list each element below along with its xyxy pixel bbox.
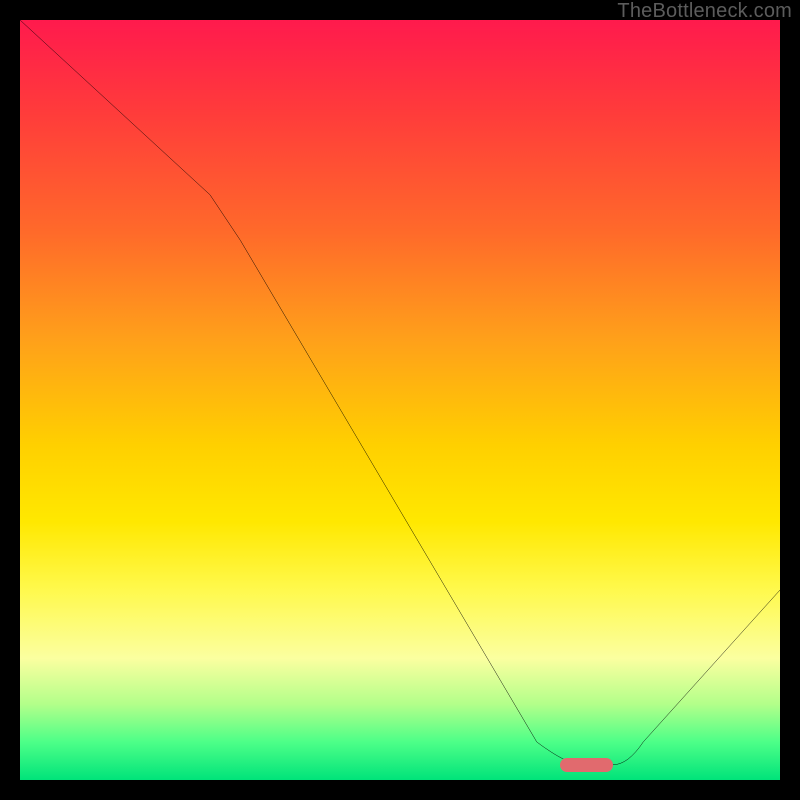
- bottleneck-curve: [20, 20, 780, 780]
- current-config-marker: [560, 758, 613, 772]
- curve-path: [20, 20, 780, 765]
- chart-frame: TheBottleneck.com: [0, 0, 800, 800]
- plot-area: [20, 20, 780, 780]
